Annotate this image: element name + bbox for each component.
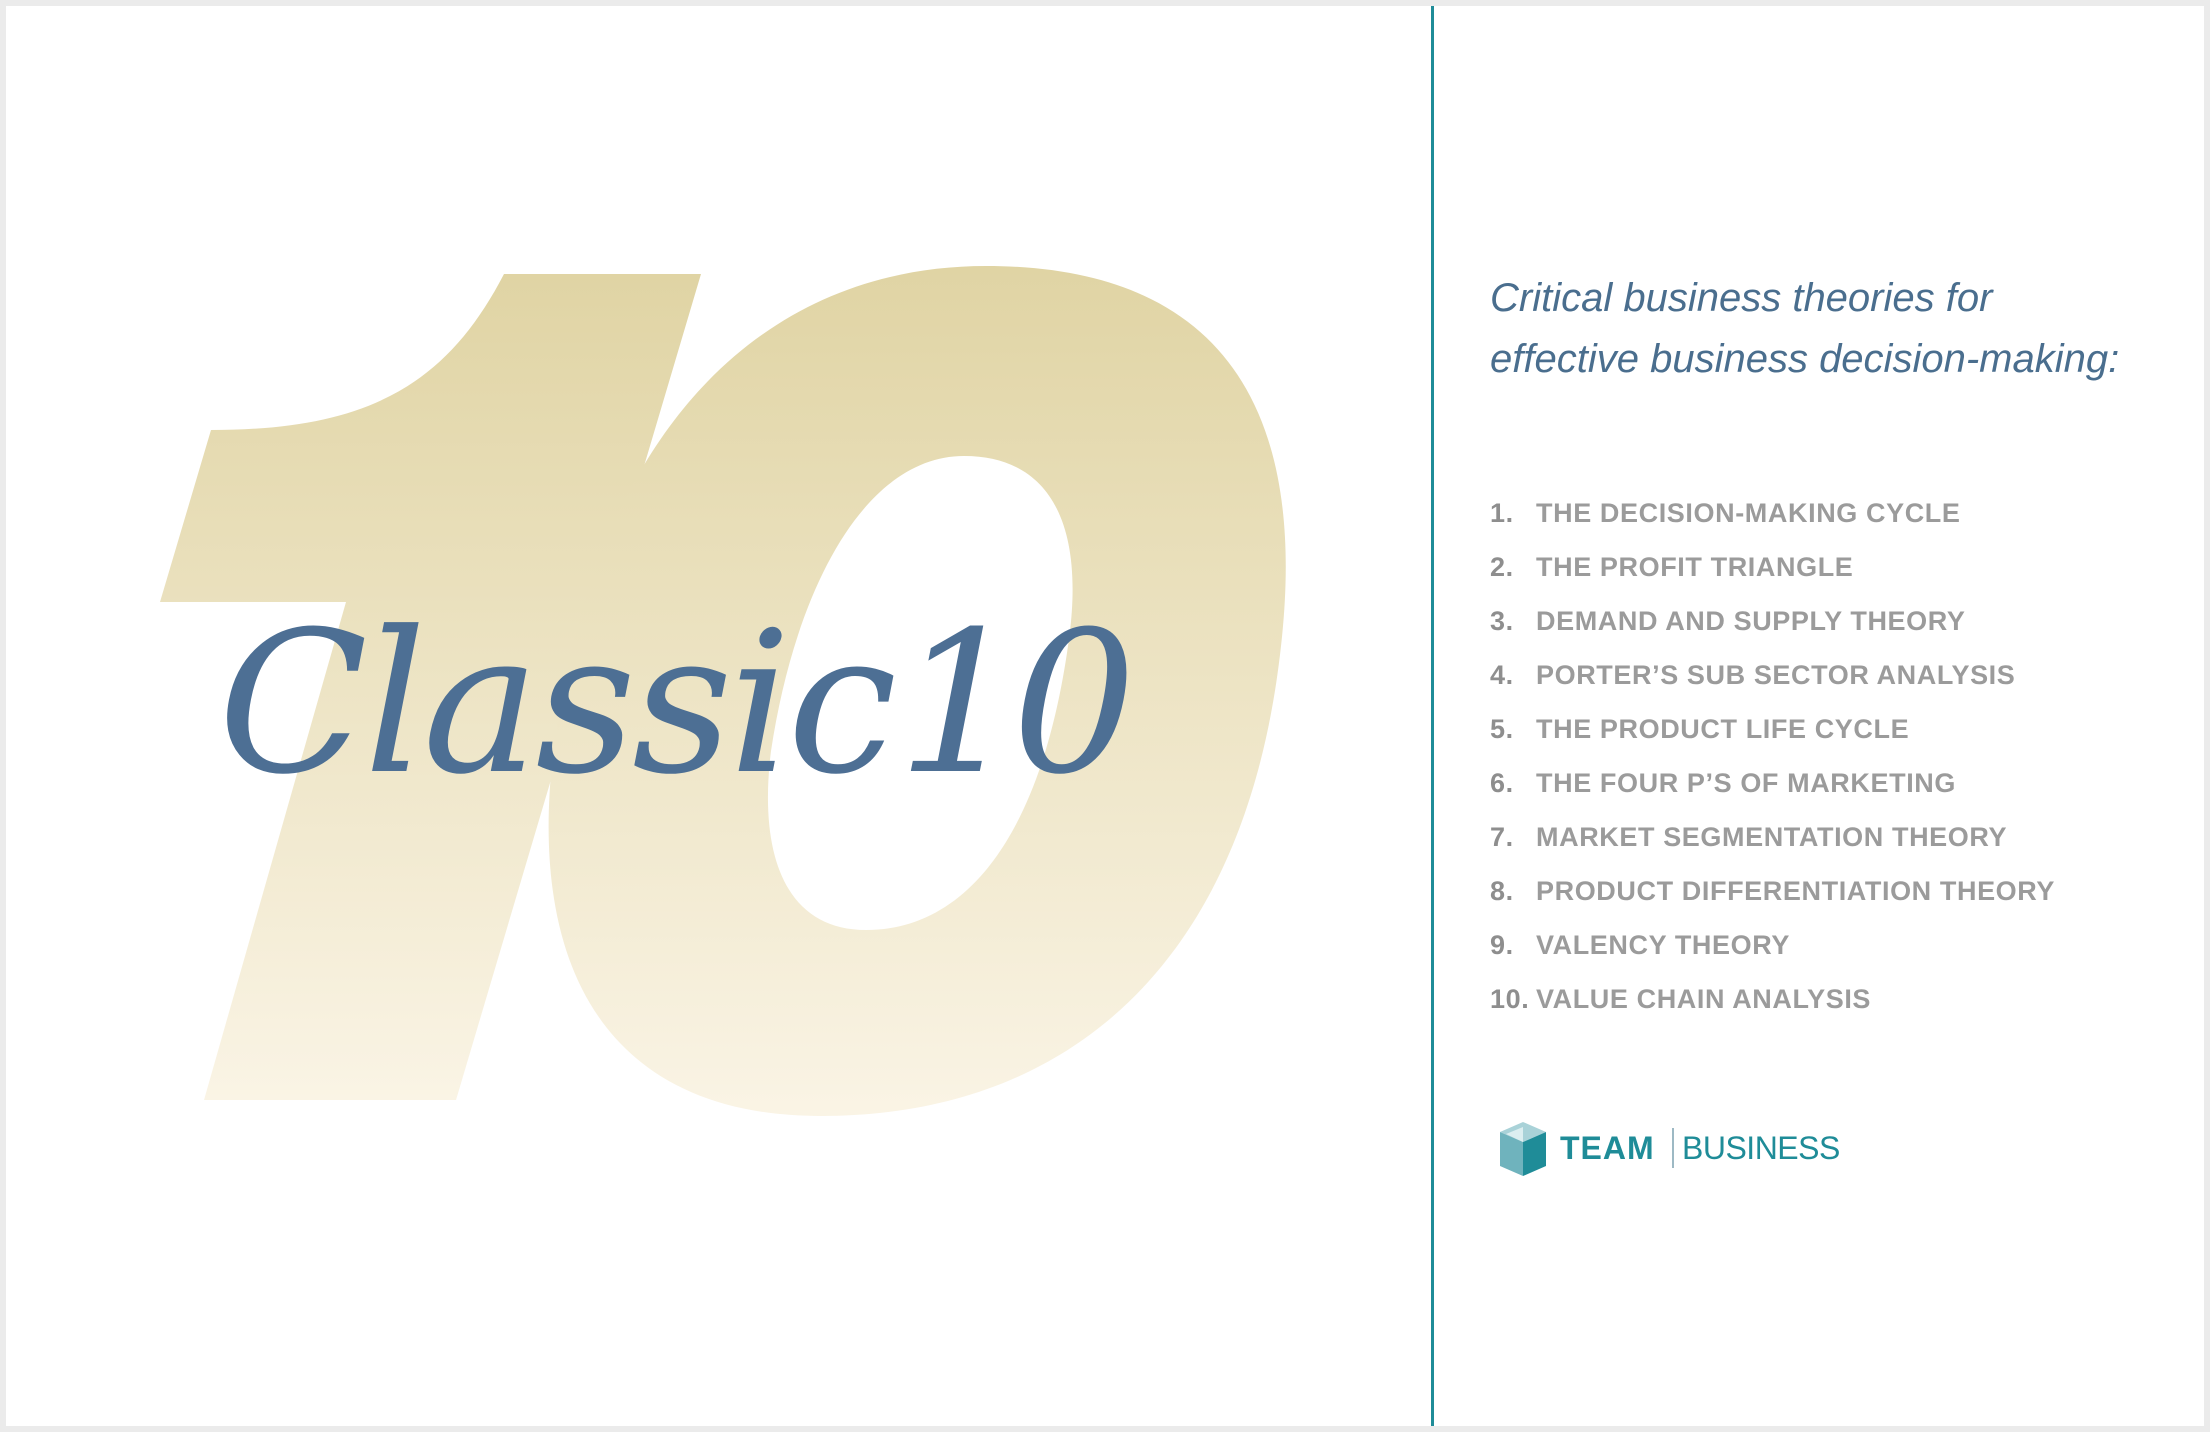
cover-page: Classic10 Critical business theories for… [6, 6, 2204, 1426]
list-item-number: 10. [1490, 984, 1530, 1014]
list-item: 1. THE DECISION-MAKING CYCLE [1490, 486, 2055, 540]
list-item: 7. MARKET SEGMENTATION THEORY [1490, 810, 2055, 864]
tagline: Critical business theories for effective… [1490, 276, 2120, 381]
list-item-label: THE PRODUCT LIFE CYCLE [1536, 714, 1910, 744]
list-item-label: VALENCY THEORY [1536, 930, 1790, 960]
list-item: 9. VALENCY THEORY [1490, 918, 2055, 972]
list-item-label: MARKET SEGMENTATION THEORY [1536, 822, 2008, 852]
theory-list: 1. THE DECISION-MAKING CYCLE 2. THE PROFIT… [1490, 486, 2055, 1026]
cover-left-panel: Classic10 [6, 6, 1431, 1426]
list-item-number: 2. [1490, 552, 1514, 582]
list-item-number: 7. [1490, 822, 1514, 852]
list-item-number: 1. [1490, 498, 1514, 528]
list-item-label: VALUE CHAIN ANALYSIS [1536, 984, 1872, 1014]
list-item: 4. PORTER’S SUB SECTOR ANALYSIS [1490, 648, 2055, 702]
list-item: 3. DEMAND AND SUPPLY THEORY [1490, 594, 2055, 648]
title-number: 10 [897, 590, 1136, 818]
list-item: 10. VALUE CHAIN ANALYSIS [1490, 972, 2055, 1026]
list-item: 6. THE FOUR P’S OF MARKETING [1490, 756, 2055, 810]
title-word: Classic [218, 590, 897, 818]
list-item-label: DEMAND AND SUPPLY THEORY [1536, 606, 1966, 636]
list-item-label: PORTER’S SUB SECTOR ANALYSIS [1536, 660, 2016, 690]
list-item-label: PRODUCT DIFFERENTIATION THEORY [1536, 876, 2055, 906]
logo-separator [1672, 1128, 1674, 1168]
vertical-divider [1431, 6, 1434, 1426]
list-item-number: 4. [1490, 660, 1514, 690]
list-item-number: 9. [1490, 930, 1514, 960]
list-item-number: 5. [1490, 714, 1514, 744]
cover-title: Classic10 [218, 606, 1137, 802]
logo-team-text: TEAM [1560, 1130, 1655, 1166]
cover-right-panel: Critical business theories for effective… [1486, 6, 2186, 1426]
list-item: 2. THE PROFIT TRIANGLE [1490, 540, 2055, 594]
logo-business-text: BUSINESS [1682, 1130, 1840, 1166]
list-item-label: THE DECISION-MAKING CYCLE [1536, 498, 1961, 528]
cube-icon [1500, 1122, 1546, 1176]
list-item: 5. THE PRODUCT LIFE CYCLE [1490, 702, 2055, 756]
list-item-number: 8. [1490, 876, 1514, 906]
team-business-logo: TEAM BUSINESS [1498, 1120, 1840, 1182]
list-item: 8. PRODUCT DIFFERENTIATION THEORY [1490, 864, 2055, 918]
list-item-label: THE PROFIT TRIANGLE [1536, 552, 1854, 582]
list-item-number: 3. [1490, 606, 1514, 636]
list-item-label: THE FOUR P’S OF MARKETING [1536, 768, 1956, 798]
list-item-number: 6. [1490, 768, 1514, 798]
